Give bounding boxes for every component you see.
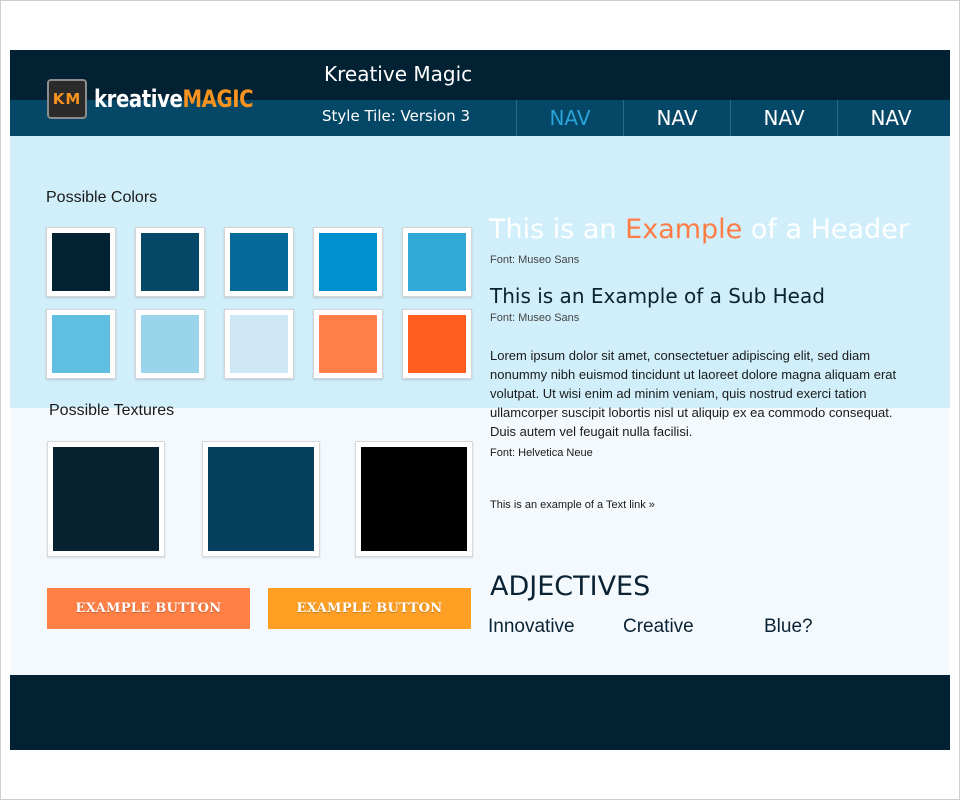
color-swatch-fill bbox=[141, 233, 199, 291]
color-swatch-fill bbox=[52, 233, 110, 291]
color-swatch-grid bbox=[46, 227, 476, 379]
footer-bar bbox=[10, 675, 950, 750]
logo-word-kreative: kreative bbox=[94, 85, 183, 113]
example-button-secondary[interactable]: EXAMPLE BUTTON bbox=[268, 588, 471, 629]
color-swatch-7 bbox=[135, 309, 205, 379]
nav-item-4[interactable]: NAV bbox=[837, 100, 944, 136]
color-swatch-9 bbox=[313, 309, 383, 379]
adjective-2: Creative bbox=[623, 616, 694, 637]
color-swatch-10 bbox=[402, 309, 472, 379]
logo-word-magic: MAGIC bbox=[182, 85, 254, 113]
example-header-accent: Example bbox=[625, 214, 743, 245]
logo-mark-icon: KM bbox=[47, 79, 87, 119]
color-swatch-1 bbox=[46, 227, 116, 297]
example-subhead: This is an Example of a Sub Head bbox=[490, 284, 825, 308]
texture-swatch-2 bbox=[202, 441, 320, 557]
example-text-link[interactable]: This is an example of a Text link » bbox=[490, 499, 655, 511]
textures-label: Possible Textures bbox=[49, 402, 175, 419]
example-header-post: of a Header bbox=[742, 214, 909, 245]
color-swatch-2 bbox=[135, 227, 205, 297]
color-swatch-fill bbox=[52, 315, 110, 373]
logo[interactable]: KM kreativeMAGIC bbox=[47, 79, 288, 119]
site-title: Kreative Magic bbox=[324, 62, 473, 86]
color-swatch-6 bbox=[46, 309, 116, 379]
example-button-primary[interactable]: EXAMPLE BUTTON bbox=[47, 588, 250, 629]
color-swatch-fill bbox=[230, 233, 288, 291]
body-font-note: Font: Helvetica Neue bbox=[490, 447, 593, 459]
example-header: This is an Example of a Header bbox=[489, 214, 909, 245]
logo-wordmark: kreativeMAGIC bbox=[94, 85, 254, 113]
colors-label: Possible Colors bbox=[46, 189, 158, 206]
nav-item-1[interactable]: NAV bbox=[516, 100, 623, 136]
color-swatch-8 bbox=[224, 309, 294, 379]
body-text: Lorem ipsum dolor sit amet, consectetuer… bbox=[490, 348, 897, 439]
color-swatch-5 bbox=[402, 227, 472, 297]
example-header-pre: This is an bbox=[489, 214, 626, 245]
color-swatch-fill bbox=[319, 315, 377, 373]
texture-fill bbox=[361, 447, 467, 551]
logo-mark-text: KM bbox=[52, 90, 82, 108]
adjectives-title: ADJECTIVES bbox=[490, 571, 651, 602]
texture-swatch-3 bbox=[355, 441, 473, 557]
color-swatch-fill bbox=[408, 233, 466, 291]
nav-item-2[interactable]: NAV bbox=[623, 100, 730, 136]
color-swatch-3 bbox=[224, 227, 294, 297]
color-swatch-fill bbox=[230, 315, 288, 373]
header-font-note: Font: Museo Sans bbox=[490, 254, 580, 266]
color-swatch-fill bbox=[319, 233, 377, 291]
adjective-1: Innovative bbox=[488, 616, 575, 637]
style-tile-version: Style Tile: Version 3 bbox=[322, 107, 471, 125]
adjective-3: Blue? bbox=[764, 616, 813, 637]
color-swatch-4 bbox=[313, 227, 383, 297]
subhead-font-note: Font: Museo Sans bbox=[490, 312, 580, 324]
color-swatch-fill bbox=[408, 315, 466, 373]
color-swatch-fill bbox=[141, 315, 199, 373]
texture-fill bbox=[53, 447, 159, 551]
nav-item-3[interactable]: NAV bbox=[730, 100, 837, 136]
main-nav: NAV NAV NAV NAV bbox=[516, 100, 944, 136]
texture-fill bbox=[208, 447, 314, 551]
texture-swatch-1 bbox=[47, 441, 165, 557]
